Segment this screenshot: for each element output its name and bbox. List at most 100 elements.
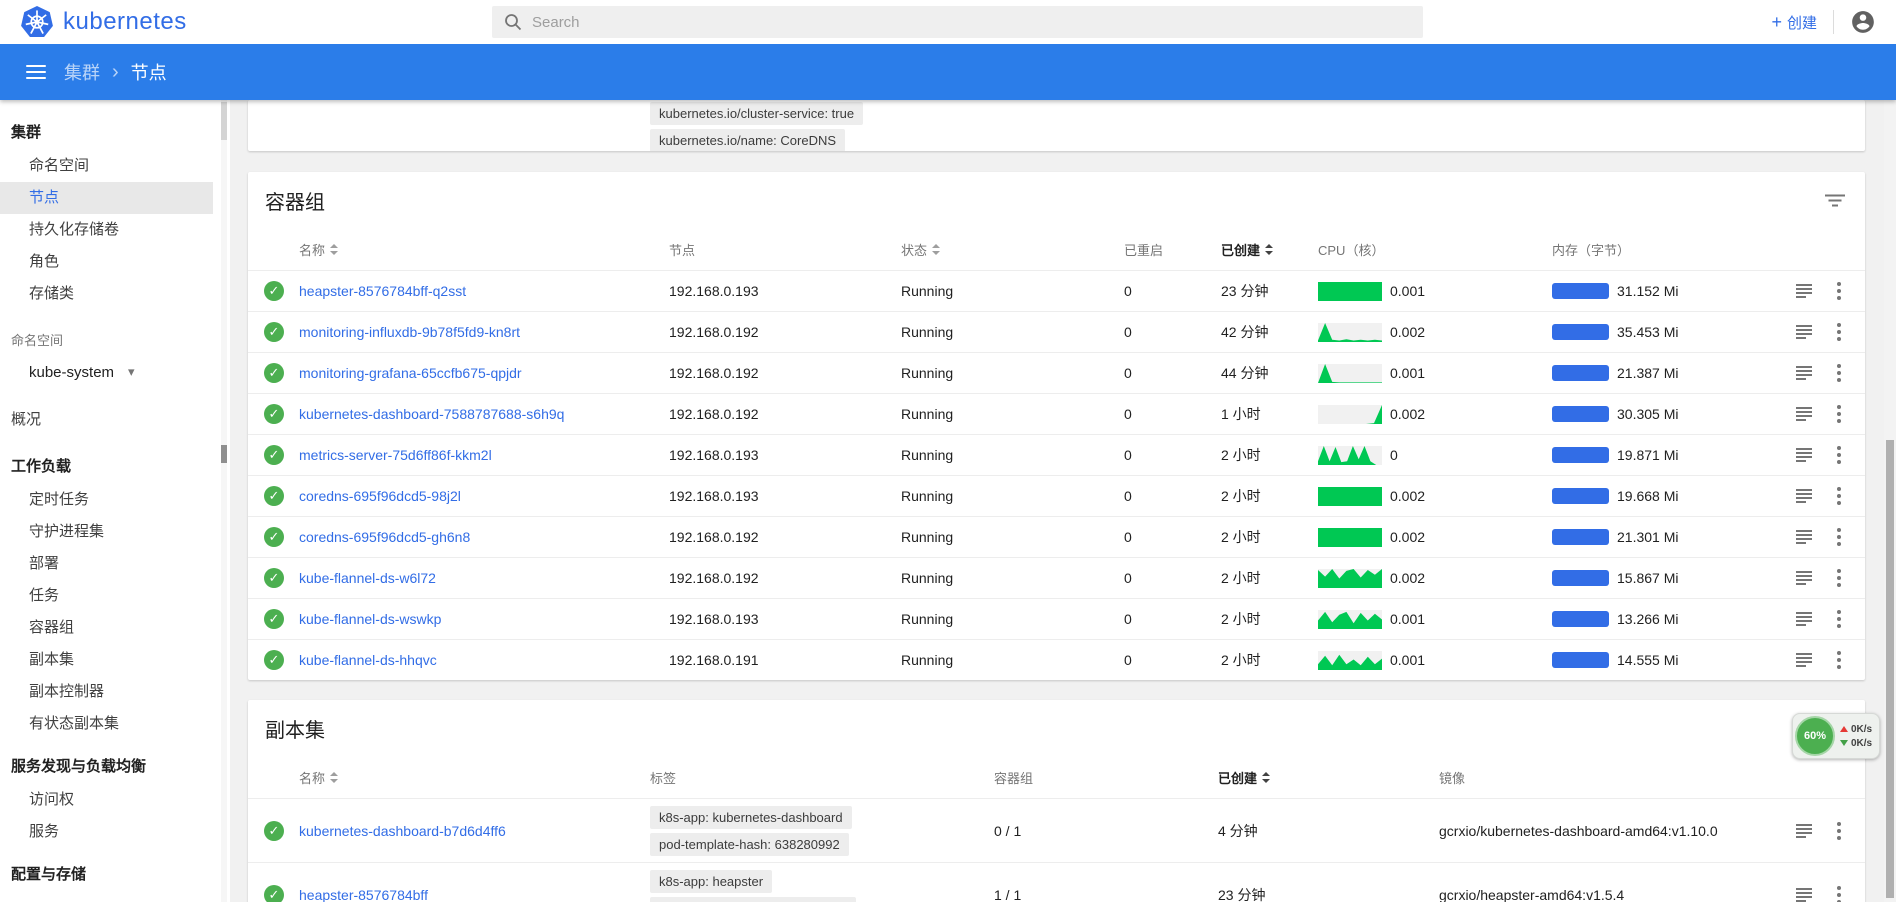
sidebar-item-storage-classes[interactable]: 存储类	[0, 278, 230, 310]
cpu-value: 0.001	[1390, 283, 1425, 299]
sidebar-item-ingresses[interactable]: 访问权	[0, 784, 230, 816]
cpu-sparkline	[1318, 446, 1382, 465]
sidebar-scrollbar-thumb[interactable]	[221, 445, 227, 463]
sidebar-item-persistent-volumes[interactable]: 持久化存储卷	[0, 214, 230, 246]
rs-table-body: ✓ kubernetes-dashboard-b7d6d4ff6 k8s-app…	[248, 798, 1865, 902]
column-header[interactable]: 已创建	[1221, 240, 1318, 259]
hamburger-menu-icon[interactable]	[22, 61, 50, 83]
replicaset-name-link[interactable]: heapster-8576784bff	[299, 887, 428, 902]
pod-created: 2 小时	[1221, 609, 1318, 629]
sidebar-item-deployments[interactable]: 部署	[0, 548, 230, 580]
filter-icon[interactable]	[1825, 194, 1845, 207]
sidebar-item-overview[interactable]: 概况	[0, 404, 230, 436]
status-ok-icon: ✓	[264, 404, 284, 424]
pod-status: Running	[901, 652, 1124, 668]
upload-rate: 0K/s	[1851, 724, 1872, 735]
kebab-menu-icon[interactable]	[1837, 282, 1841, 300]
search-bar[interactable]	[492, 6, 1423, 38]
sidebar-item-replica-sets[interactable]: 副本集	[0, 644, 230, 676]
pod-created: 2 小时	[1221, 445, 1318, 465]
column-header[interactable]: 名称	[299, 240, 669, 259]
sidebar-section-cluster[interactable]: 集群	[0, 116, 230, 150]
memory-value: 30.305 Mi	[1617, 406, 1678, 422]
memory-value: 21.387 Mi	[1617, 365, 1678, 381]
column-header[interactable]: 名称	[299, 768, 650, 787]
logs-icon[interactable]	[1795, 529, 1813, 545]
logs-icon[interactable]	[1795, 447, 1813, 463]
kebab-menu-icon[interactable]	[1837, 487, 1841, 505]
logs-icon[interactable]	[1795, 283, 1813, 299]
kebab-menu-icon[interactable]	[1837, 651, 1841, 669]
memory-value: 14.555 Mi	[1617, 652, 1678, 668]
sidebar-item-roles[interactable]: 角色	[0, 246, 230, 278]
memory-value: 31.152 Mi	[1617, 283, 1678, 299]
pod-name-link[interactable]: coredns-695f96dcd5-gh6n8	[299, 529, 470, 545]
logs-icon[interactable]	[1795, 488, 1813, 504]
sidebar-section-config-storage[interactable]: 配置与存储	[0, 858, 230, 892]
pod-name-link[interactable]: metrics-server-75d6ff86f-kkm2l	[299, 447, 492, 463]
namespace-select[interactable]: kube-system▾	[0, 354, 230, 390]
cpu-sparkline	[1318, 651, 1382, 670]
logs-icon[interactable]	[1795, 324, 1813, 340]
pod-name-link[interactable]: kubernetes-dashboard-7588787688-s6h9q	[299, 406, 564, 422]
brand[interactable]: kubernetes	[0, 5, 187, 39]
create-button[interactable]: + 创建	[1771, 12, 1817, 33]
sidebar-section-workloads[interactable]: 工作负载	[0, 450, 230, 484]
column-header[interactable]: 状态	[901, 240, 1124, 259]
logs-icon[interactable]	[1795, 365, 1813, 381]
sidebar-item-daemon-sets[interactable]: 守护进程集	[0, 516, 230, 548]
pod-name-link[interactable]: monitoring-grafana-65ccfb675-qpjdr	[299, 365, 522, 381]
kebab-menu-icon[interactable]	[1837, 405, 1841, 423]
pod-row: ✓ kubernetes-dashboard-7588787688-s6h9q …	[248, 393, 1865, 434]
kebab-menu-icon[interactable]	[1837, 528, 1841, 546]
logs-icon[interactable]	[1795, 406, 1813, 422]
pod-created: 2 小时	[1221, 486, 1318, 506]
column-header: 标签	[650, 768, 994, 787]
memory-bar	[1552, 652, 1609, 668]
logs-icon[interactable]	[1795, 611, 1813, 627]
kebab-menu-icon[interactable]	[1837, 569, 1841, 587]
sidebar-item-nodes[interactable]: 节点	[0, 182, 213, 214]
logs-icon[interactable]	[1795, 652, 1813, 668]
breadcrumb-parent[interactable]: 集群	[64, 59, 100, 85]
sidebar-item-services[interactable]: 服务	[0, 816, 230, 848]
sidebar-item-jobs[interactable]: 任务	[0, 580, 230, 612]
pod-name-link[interactable]: heapster-8576784bff-q2sst	[299, 283, 466, 299]
pod-name-link[interactable]: monitoring-influxdb-9b78f5fd9-kn8rt	[299, 324, 520, 340]
kebab-menu-icon[interactable]	[1837, 886, 1841, 902]
main-scrollbar[interactable]	[1884, 100, 1896, 902]
kebab-menu-icon[interactable]	[1837, 610, 1841, 628]
sidebar-item-cron-jobs[interactable]: 定时任务	[0, 484, 230, 516]
pod-name-link[interactable]: kube-flannel-ds-w6l72	[299, 570, 436, 586]
sidebar-item-replication-controllers[interactable]: 副本控制器	[0, 676, 230, 708]
pod-created: 23 分钟	[1221, 281, 1318, 301]
sort-icon	[330, 244, 338, 255]
column-header[interactable]: 已创建	[1218, 768, 1439, 787]
logs-icon[interactable]	[1795, 887, 1813, 902]
pod-node: 192.168.0.192	[669, 570, 901, 586]
pod-name-link[interactable]: coredns-695f96dcd5-98j2l	[299, 488, 461, 504]
kebab-menu-icon[interactable]	[1837, 822, 1841, 840]
kebab-menu-icon[interactable]	[1837, 364, 1841, 382]
kebab-menu-icon[interactable]	[1837, 323, 1841, 341]
replicaset-image: gcrxio/kubernetes-dashboard-amd64:v1.10.…	[1439, 823, 1784, 839]
logs-icon[interactable]	[1795, 823, 1813, 839]
replicaset-name-link[interactable]: kubernetes-dashboard-b7d6d4ff6	[299, 823, 506, 839]
sidebar-section-discovery-lb[interactable]: 服务发现与负载均衡	[0, 750, 230, 784]
search-input[interactable]	[532, 14, 1411, 31]
sidebar-item-pods[interactable]: 容器组	[0, 612, 230, 644]
upload-arrow-icon	[1840, 726, 1848, 732]
account-icon[interactable]	[1850, 9, 1876, 35]
sidebar-item-namespaces[interactable]: 命名空间	[0, 150, 230, 182]
sidebar-scrollbar[interactable]	[221, 100, 227, 902]
main-scrollbar-thumb[interactable]	[1886, 440, 1894, 898]
pod-name-link[interactable]: kube-flannel-ds-hhqvc	[299, 652, 437, 668]
sidebar-scrollbar-thumb-top[interactable]	[221, 102, 227, 140]
status-ok-icon: ✓	[264, 281, 284, 301]
sidebar-item-stateful-sets[interactable]: 有状态副本集	[0, 708, 230, 740]
logs-icon[interactable]	[1795, 570, 1813, 586]
column-label: 已创建	[1218, 768, 1257, 787]
pod-name-link[interactable]: kube-flannel-ds-wswkp	[299, 611, 441, 627]
cpu-value: 0.002	[1390, 406, 1425, 422]
kebab-menu-icon[interactable]	[1837, 446, 1841, 464]
